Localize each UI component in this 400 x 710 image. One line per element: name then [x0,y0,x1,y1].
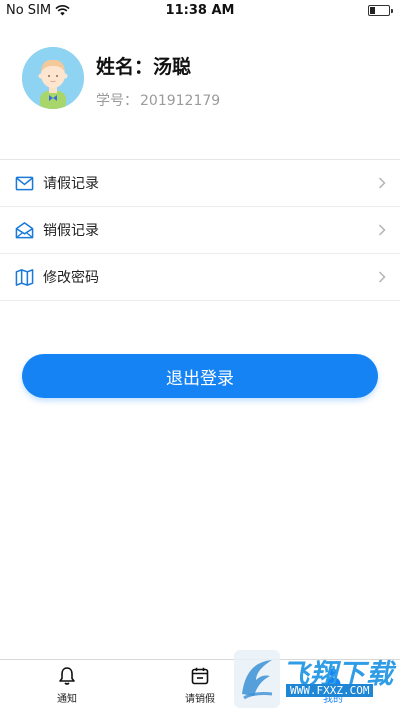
status-time: 11:38 AM [165,3,235,18]
menu-item-change-password[interactable]: 修改密码 [0,254,400,301]
map-icon [15,269,34,286]
calendar-icon [191,667,209,685]
avatar-boy-icon [22,47,84,109]
menu-item-label: 请假记录 [43,176,99,192]
chevron-right-icon [378,224,386,236]
menu-list: 请假记录 销假记录 修改密码 [0,160,400,301]
menu-item-cancel-leave-records[interactable]: 销假记录 [0,207,400,254]
menu-item-label: 销假记录 [43,223,99,239]
mail-icon [15,176,34,191]
battery-level [370,7,375,14]
student-id: 学号： 201912179 [96,90,220,110]
tab-label: 通知 [57,694,77,705]
envelope-open-icon [15,222,34,239]
tab-label: 请销假 [185,694,215,705]
menu-item-label: 修改密码 [43,270,99,286]
battery-icon [368,5,393,16]
avatar[interactable] [22,47,84,109]
logout-button[interactable]: 退出登录 [22,354,378,398]
student-id-label: 学号： [96,93,138,109]
status-bar: No SIM 11:38 AM [0,0,400,22]
chevron-right-icon [378,177,386,189]
watermark-url: WWW.FXXZ.COM [286,684,374,697]
tab-notifications[interactable]: 通知 [27,666,107,705]
profile-header: 姓名：汤聪 学号： 201912179 [0,30,400,158]
menu-item-leave-records[interactable]: 请假记录 [0,160,400,207]
student-id-value: 201912179 [140,93,221,109]
tab-leave[interactable]: 请销假 [160,666,240,705]
bell-icon [59,667,75,685]
student-name: 姓名：汤聪 [96,56,192,78]
chevron-right-icon [378,271,386,283]
